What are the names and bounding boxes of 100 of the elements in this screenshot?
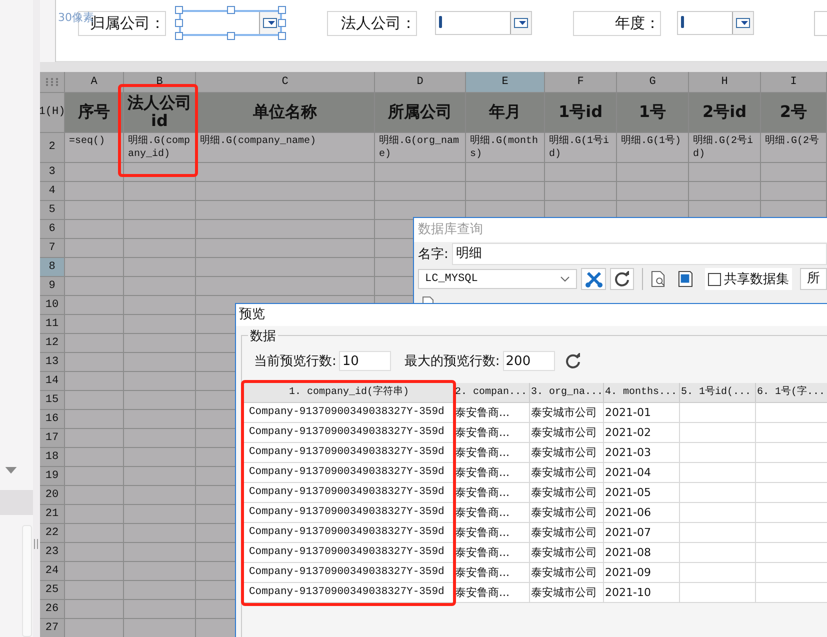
table-cell: 泰安城市公司: [530, 463, 604, 483]
row-header[interactable]: 22: [40, 524, 65, 543]
save-icon[interactable]: [678, 270, 693, 288]
column-header[interactable]: C: [196, 72, 375, 93]
row-header[interactable]: 17: [40, 428, 65, 448]
column-header[interactable]: H: [689, 72, 761, 93]
grip-icon: [34, 539, 38, 549]
table-cell: 泰安城市公司: [530, 563, 604, 583]
table-cell: 泰安城市公司: [530, 503, 604, 523]
table-cell: Company-91370900349038327Y-359d: [244, 523, 454, 543]
table-cell: 2号: [761, 92, 827, 133]
text-cursor: [681, 16, 684, 28]
combo-box[interactable]: [435, 11, 532, 35]
column-header[interactable]: 3. org_na...: [530, 383, 604, 403]
row-header[interactable]: 6: [40, 220, 65, 239]
refresh-button[interactable]: [564, 353, 581, 369]
refresh-icon: [564, 353, 581, 369]
tool-button[interactable]: [581, 268, 606, 290]
row-header[interactable]: 1(H): [40, 92, 65, 133]
row-header[interactable]: 9: [40, 276, 65, 296]
empty-cell: [124, 220, 196, 239]
column-header[interactable]: 6. 1号(字...: [756, 383, 827, 403]
table-cell: 2021-08: [604, 543, 680, 563]
dropdown-button[interactable]: 所: [800, 268, 827, 290]
row-header[interactable]: 3: [40, 162, 65, 182]
table-cell: 所属公司: [375, 92, 466, 133]
row-header[interactable]: 23: [40, 542, 65, 562]
table-cell: 泰安鲁商...: [454, 543, 530, 563]
parameter-label: 年度：: [573, 10, 661, 36]
table-cell: Company-91370900349038327Y-359d: [244, 583, 454, 603]
table-cell: 2021-01: [604, 403, 680, 423]
table-cell: 明细.G(1号id): [545, 132, 617, 163]
column-header[interactable]: 2. compan...: [454, 383, 530, 403]
column-header[interactable]: A: [65, 72, 124, 93]
column-header[interactable]: G: [617, 72, 689, 93]
parameter-label: 法人公司：: [327, 10, 417, 36]
column-header[interactable]: 4. months...: [604, 383, 680, 403]
table-cell: 明细.G(1号): [617, 132, 689, 163]
connection-dropdown[interactable]: LC_MYSQL: [418, 269, 578, 289]
table-cell: Company-91370900349038327Y-359d: [244, 443, 454, 463]
table-cell: Company-91370900349038327Y-359d: [244, 563, 454, 583]
table-cell: 法人公司id: [124, 92, 196, 133]
row-header[interactable]: 24: [40, 562, 65, 581]
empty-cell: [124, 200, 196, 220]
combo-box[interactable]: [677, 11, 754, 35]
row-header[interactable]: 2: [40, 132, 65, 163]
table-cell: 泰安鲁商...: [454, 523, 530, 543]
empty-cell: [124, 276, 196, 296]
row-header[interactable]: 27: [40, 618, 65, 637]
row-header[interactable]: 11: [40, 314, 65, 334]
checkbox[interactable]: [708, 272, 721, 286]
column-header[interactable]: 5. 1号id(...: [680, 383, 756, 403]
empty-cell: [689, 162, 761, 182]
table-cell: Company-91370900349038327Y-359d: [244, 423, 454, 443]
table-cell: Company-91370900349038327Y-359d: [244, 503, 454, 523]
group-label: 数据: [248, 327, 278, 345]
column-header[interactable]: E: [466, 72, 545, 93]
table-cell: 明细.G(company_id): [124, 132, 196, 163]
row-header[interactable]: 14: [40, 372, 65, 391]
document-search-icon[interactable]: [651, 270, 666, 288]
number-field[interactable]: 10: [339, 351, 392, 371]
table-cell: 泰安鲁商...: [454, 403, 530, 423]
row-header[interactable]: 25: [40, 580, 65, 600]
table-cell: 泰安鲁商...: [454, 483, 530, 503]
dropdown-button[interactable]: [732, 12, 753, 34]
tools-icon: [584, 270, 603, 288]
row-header[interactable]: 8: [40, 258, 65, 277]
row-header[interactable]: 16: [40, 410, 65, 429]
row-header[interactable]: 15: [40, 390, 65, 410]
table-cell: 明细.G(months): [466, 132, 545, 163]
dropdown-button[interactable]: [259, 12, 280, 34]
table-cell: 泰安城市公司: [530, 543, 604, 563]
refresh-icon: [614, 271, 630, 287]
table-cell: 2021-05: [604, 483, 680, 503]
row-header[interactable]: 7: [40, 238, 65, 258]
name-field[interactable]: 明细: [452, 243, 827, 265]
column-header[interactable]: I: [761, 72, 827, 93]
table-cell: 2021-09: [604, 563, 680, 583]
resize-handle[interactable]: [227, 32, 235, 40]
table-cell: 2021-06: [604, 503, 680, 523]
row-header[interactable]: 18: [40, 448, 65, 467]
row-header[interactable]: 5: [40, 200, 65, 220]
row-header[interactable]: 12: [40, 334, 65, 353]
row-header[interactable]: 21: [40, 504, 65, 524]
resize-handle[interactable]: [227, 6, 235, 14]
table-cell: Company-91370900349038327Y-359d: [244, 463, 454, 483]
number-field[interactable]: 200: [502, 351, 555, 371]
dropdown-icon: [514, 18, 528, 28]
row-header[interactable]: 19: [40, 466, 65, 486]
row-header[interactable]: 13: [40, 352, 65, 372]
field-label: 最大的预览行数:: [404, 353, 500, 370]
dropdown-button[interactable]: [510, 12, 531, 34]
row-header[interactable]: 4: [40, 182, 65, 201]
table-cell: =seq(): [65, 132, 124, 163]
row-header[interactable]: 26: [40, 600, 65, 619]
column-header[interactable]: 1. company_id(字符串): [244, 383, 454, 403]
row-header[interactable]: 20: [40, 486, 65, 505]
column-header[interactable]: D: [375, 72, 466, 93]
row-header[interactable]: 10: [40, 296, 65, 315]
column-header[interactable]: F: [545, 72, 617, 93]
